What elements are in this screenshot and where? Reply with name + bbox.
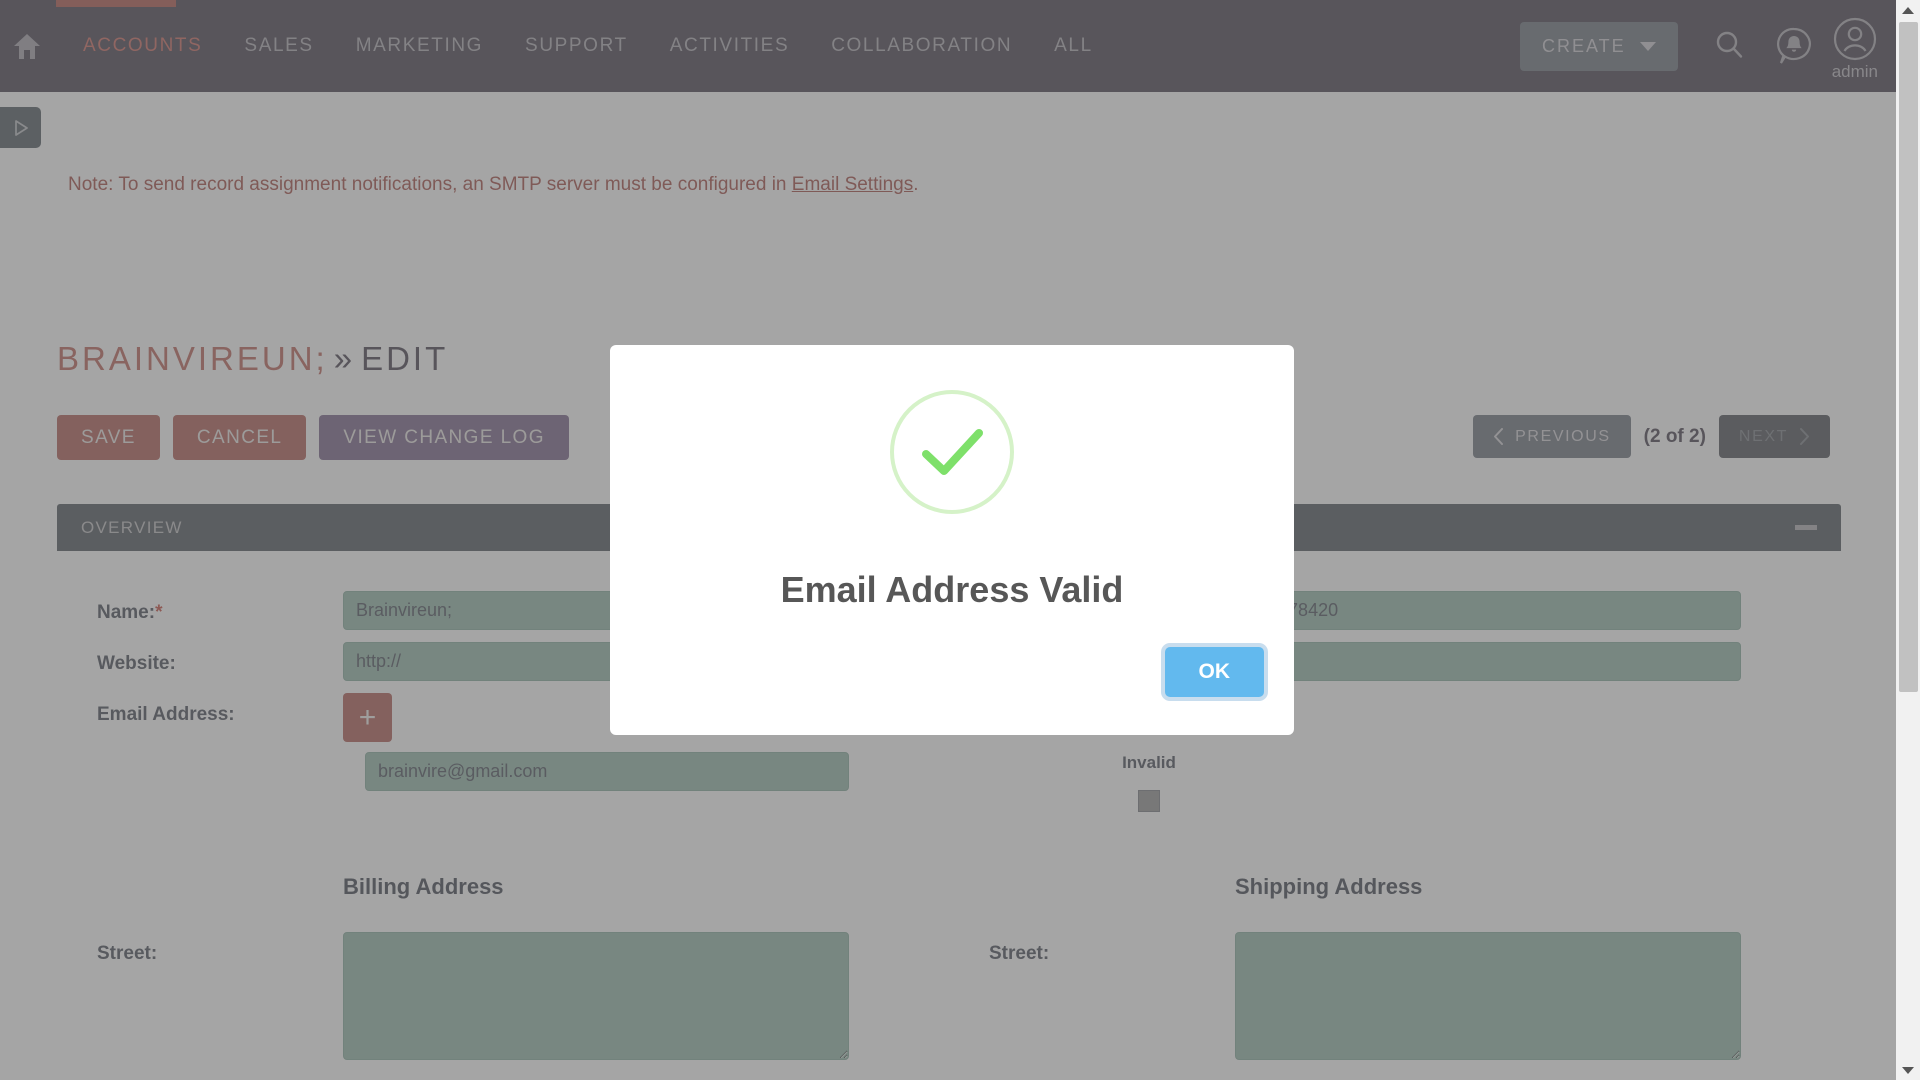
check-circle-icon	[890, 390, 1014, 514]
scrollbar-thumb[interactable]	[1899, 22, 1918, 692]
scrollbar-up-arrow-icon[interactable]	[1896, 0, 1920, 20]
browser-scrollbar[interactable]	[1896, 0, 1920, 1080]
modal-ok-button[interactable]: OK	[1164, 647, 1264, 697]
modal-title: Email Address Valid	[780, 569, 1124, 610]
email-validation-modal: Email Address Valid OK	[610, 345, 1294, 735]
page-root: ACCOUNTS SALES MARKETING SUPPORT ACTIVIT…	[0, 0, 1920, 1080]
scrollbar-down-arrow-icon[interactable]	[1896, 1060, 1920, 1080]
